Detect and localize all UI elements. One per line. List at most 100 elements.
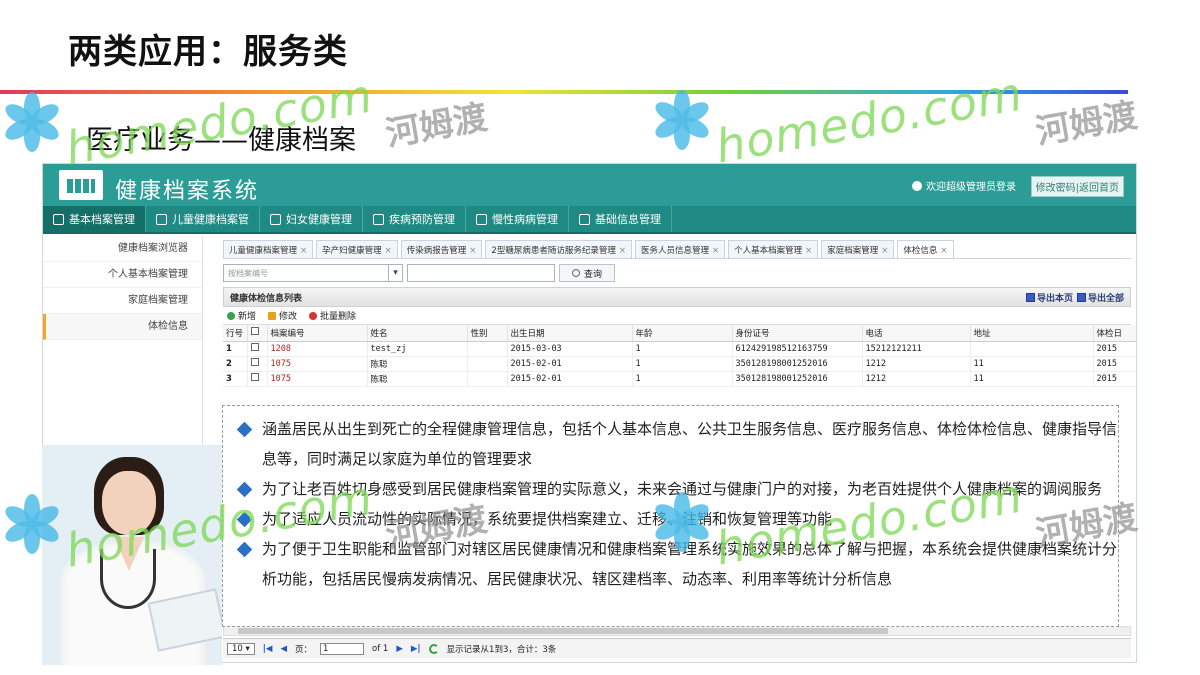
close-icon[interactable]: × xyxy=(619,246,626,256)
chevron-down-icon: ▾ xyxy=(388,265,402,281)
list-header: 健康体检信息列表 导出本页 导出全部 xyxy=(223,287,1131,307)
search-field-select[interactable]: 按档案编号 ▾ xyxy=(223,264,403,282)
flower-logo-icon xyxy=(0,90,64,154)
tab-label: 个人基本档案管理 xyxy=(734,246,803,256)
batch-delete-button[interactable]: 批量删除 xyxy=(309,309,356,322)
tab-personal-record[interactable]: 个人基本档案管理 × xyxy=(728,240,819,258)
col-header[interactable]: 体检日 xyxy=(1093,325,1136,342)
watermark-cn: 河姆渡 xyxy=(382,96,490,154)
tab-maternal-health[interactable]: 孕产妇健康管理 × xyxy=(316,240,398,258)
table-header-row: 行号 档案编号 姓名 性别 出生日期 年龄 身份证号 电话 地址 体检日 xyxy=(223,325,1136,342)
refresh-icon[interactable] xyxy=(428,643,439,654)
page-number-input[interactable]: 1 xyxy=(320,642,365,655)
exam-info-table: 行号 档案编号 姓名 性别 出生日期 年龄 身份证号 电话 地址 体检日 1 1… xyxy=(223,325,1136,387)
sidebar-item-family-record[interactable]: 家庭档案管理 xyxy=(43,288,202,314)
col-header[interactable]: 地址 xyxy=(970,325,1094,342)
scrollbar-thumb[interactable] xyxy=(238,628,888,634)
prev-page-icon[interactable]: ◀ xyxy=(280,644,287,654)
horizontal-scrollbar[interactable] xyxy=(223,626,1131,636)
edit-button[interactable]: 修改 xyxy=(268,309,297,322)
col-header[interactable]: 电话 xyxy=(862,325,971,342)
tab-label: 医务人员信息管理 xyxy=(640,246,709,256)
table-row[interactable]: 2 1075 陈聪 2015-02-01 1 35012819800125201… xyxy=(223,356,1136,372)
nav-item-basic-records[interactable]: 基本档案管理 xyxy=(43,206,146,232)
app-title: 健康档案系统 xyxy=(115,179,260,204)
cell-address xyxy=(970,341,1094,357)
rainbow-divider xyxy=(0,90,1128,94)
sidebar-item-record-browser[interactable]: 健康档案浏览器 xyxy=(43,236,202,262)
record-summary: 显示记录从1到3，合计：3条 xyxy=(446,644,557,655)
checkbox[interactable] xyxy=(250,327,259,336)
nav-label: 基本档案管理 xyxy=(69,213,135,226)
nav-item-women-health[interactable]: 妇女健康管理 xyxy=(260,206,363,232)
cell-record-id[interactable]: 1208 xyxy=(267,341,368,357)
cell-address: 11 xyxy=(970,356,1094,372)
search-input[interactable] xyxy=(407,264,555,282)
close-icon[interactable]: × xyxy=(385,246,392,256)
cell-exam-date: 2015 xyxy=(1093,356,1136,372)
change-password-link[interactable]: 修改密码 xyxy=(1036,183,1076,194)
tab-exam-info[interactable]: 体检信息 × xyxy=(897,240,954,258)
close-icon[interactable]: × xyxy=(712,246,719,256)
back-home-link[interactable]: 返回首页 xyxy=(1079,183,1119,194)
nav-item-child-health[interactable]: 儿童健康档案管 xyxy=(146,206,260,232)
doctor-face xyxy=(102,471,156,535)
col-header[interactable]: 出生日期 xyxy=(507,325,633,342)
export-all-button[interactable]: 导出全部 xyxy=(1076,291,1124,304)
export-all-label: 导出全部 xyxy=(1087,293,1124,304)
col-header[interactable]: 性别 xyxy=(467,325,508,342)
next-page-icon[interactable]: ▶ xyxy=(396,644,403,654)
diamond-bullet-icon xyxy=(236,541,253,558)
first-page-icon[interactable]: |◀ xyxy=(263,644,273,654)
cell-name: 陈聪 xyxy=(367,356,468,372)
tab-label: 孕产妇健康管理 xyxy=(322,246,382,256)
row-checkbox[interactable] xyxy=(247,341,268,357)
checkbox[interactable] xyxy=(250,343,259,351)
table-row[interactable]: 3 1075 陈聪 2015-02-01 1 35012819800125201… xyxy=(223,371,1136,387)
col-header[interactable]: 姓名 xyxy=(367,325,468,342)
sidebar-item-exam-info[interactable]: 体检信息 xyxy=(43,314,202,340)
search-icon xyxy=(572,269,580,277)
close-icon[interactable]: × xyxy=(300,246,307,256)
nav-item-disease-prevention[interactable]: 疾病预防管理 xyxy=(363,206,466,232)
page-size-select[interactable]: 10 ▾ xyxy=(227,642,255,655)
folder-icon xyxy=(53,213,64,225)
nav-item-base-info[interactable]: 基础信息管理 xyxy=(569,206,672,232)
tab-child-health[interactable]: 儿童健康档案管理 × xyxy=(223,240,314,258)
col-header[interactable]: 年龄 xyxy=(632,325,733,342)
close-icon[interactable]: × xyxy=(469,246,476,256)
close-icon[interactable]: × xyxy=(805,246,812,256)
cell-record-id[interactable]: 1075 xyxy=(267,371,368,387)
export-page-button[interactable]: 导出本页 xyxy=(1025,291,1073,304)
stethoscope-icon xyxy=(100,549,156,609)
welcome-label: 欢迎超级管理员登录 xyxy=(926,182,1016,193)
checkbox[interactable] xyxy=(250,358,259,366)
tab-infectious-report[interactable]: 传染病报告管理 × xyxy=(400,240,483,258)
col-header[interactable]: 身份证号 xyxy=(732,325,863,342)
tab-diabetes-followup[interactable]: 2型糖尿病患者随访服务纪录管理 × xyxy=(485,240,632,258)
add-button[interactable]: 新增 xyxy=(227,309,256,322)
tab-family-record[interactable]: 家庭档案管理 × xyxy=(821,240,895,258)
select-all-checkbox[interactable] xyxy=(247,325,268,342)
col-header[interactable]: 行号 xyxy=(223,325,248,342)
row-checkbox[interactable] xyxy=(247,371,268,387)
last-page-icon[interactable]: ▶| xyxy=(411,644,421,654)
row-checkbox[interactable] xyxy=(247,356,268,372)
col-header[interactable]: 档案编号 xyxy=(267,325,368,342)
table-toolbar: 新增 修改 批量删除 xyxy=(223,307,1131,325)
sidebar-item-personal-record[interactable]: 个人基本档案管理 xyxy=(43,262,202,288)
cell-exam-date: 2015 xyxy=(1093,341,1136,357)
cell-idcard: 350128198001252016 xyxy=(732,356,863,372)
close-icon[interactable]: × xyxy=(881,246,888,256)
cell-phone: 1212 xyxy=(862,371,971,387)
tab-bar: 儿童健康档案管理 × 孕产妇健康管理 × 传染病报告管理 × 2型糖尿病患者随访服务纪… xyxy=(223,240,1131,259)
close-icon[interactable]: × xyxy=(940,246,947,256)
table-row[interactable]: 1 1208 test_zj 2015-03-03 1 612429198512… xyxy=(223,341,1136,357)
checkbox[interactable] xyxy=(250,373,259,381)
tab-medical-staff[interactable]: 医务人员信息管理 × xyxy=(634,240,726,258)
diamond-bullet-icon xyxy=(236,421,253,438)
query-button[interactable]: 查询 xyxy=(559,264,616,282)
main-nav: 基本档案管理 儿童健康档案管 妇女健康管理 疾病预防管理 慢性病病管理 基础信息… xyxy=(43,206,1136,234)
cell-record-id[interactable]: 1075 xyxy=(267,356,368,372)
nav-item-chronic-disease[interactable]: 慢性病病管理 xyxy=(466,206,569,232)
